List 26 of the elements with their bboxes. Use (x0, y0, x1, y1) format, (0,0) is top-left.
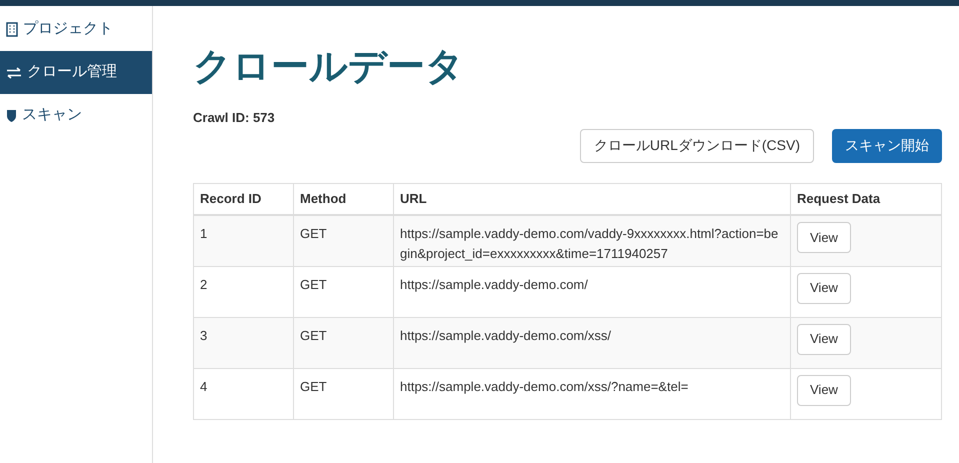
view-button[interactable]: View (797, 324, 851, 354)
view-button[interactable]: View (797, 272, 851, 304)
table-cell: https://sample.vaddy-demo.com/xss/ (394, 317, 790, 368)
sidebar-item[interactable]: スキャン (0, 94, 152, 137)
table-cell: https://sample.vaddy-demo.com/xss/?name=&tel= (394, 368, 790, 419)
swap-arrows-icon (6, 66, 22, 78)
building-icon (6, 22, 18, 37)
sidebar-item[interactable]: プロジェクト (0, 8, 152, 51)
download-csv-button[interactable]: クロールURLダウンロード(CSV) (580, 128, 814, 162)
table-cell: GET (294, 215, 394, 266)
start-scan-button[interactable]: スキャン開始 (832, 128, 942, 162)
shield-icon (6, 109, 17, 122)
view-button[interactable]: View (797, 222, 851, 253)
table-cell: 1 (194, 215, 294, 266)
table-cell: 4 (194, 368, 294, 419)
table-cell: https://sample.vaddy-demo.com/ (394, 266, 790, 317)
table-cell: GET (294, 317, 394, 368)
sidebar-item[interactable]: クロール管理 (0, 51, 152, 94)
view-button[interactable]: View (797, 374, 851, 406)
table-cell: 2 (194, 266, 294, 317)
table-cell: GET (294, 368, 394, 419)
table-cell: GET (294, 266, 394, 317)
page-title: クロールデータ (193, 45, 464, 90)
table-cell: 3 (194, 317, 294, 368)
table-cell: https://sample.vaddy-demo.com/vaddy-9xxxxxxxx.html?action=begin&project_id=exxxxxxxxx&time=1711940257 (394, 215, 790, 266)
crawl-id: Crawl ID: 573 (193, 109, 275, 127)
